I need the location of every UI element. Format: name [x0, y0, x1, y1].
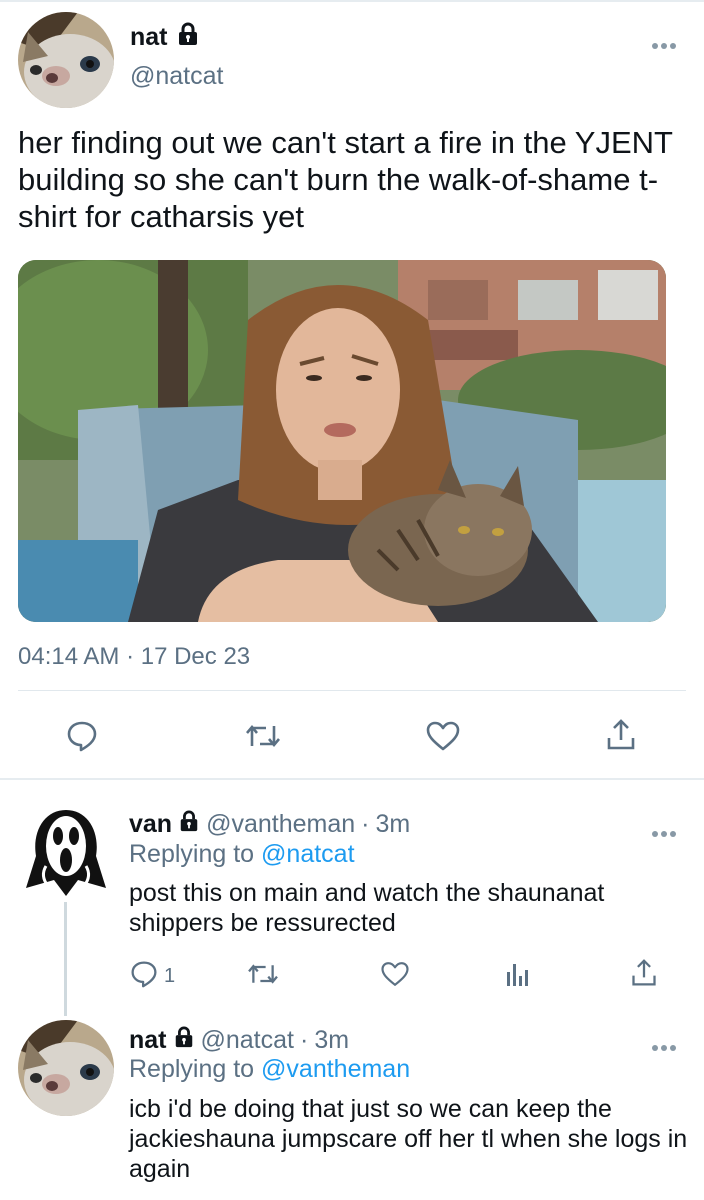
heart-icon: [380, 960, 410, 993]
tweet-text: her finding out we can't start a fire in…: [18, 125, 673, 234]
lock-icon: [176, 22, 200, 53]
retweet-button[interactable]: [246, 960, 280, 993]
display-name[interactable]: van: [129, 810, 172, 839]
section-separator: [0, 778, 704, 780]
share-icon: [630, 958, 658, 993]
thread-connector: [64, 902, 67, 1016]
retweet-button[interactable]: [244, 720, 282, 757]
reply-header: nat @natcat · 3m: [129, 1026, 349, 1055]
tweet-photo[interactable]: [18, 260, 666, 622]
retweet-icon: [244, 720, 282, 757]
reply-text: post this on main and watch the shaunana…: [129, 879, 605, 937]
heart-icon: [425, 720, 461, 757]
like-button[interactable]: [425, 720, 461, 757]
reply-header: van @vantheman · 3m: [129, 810, 410, 839]
mention-link[interactable]: @natcat: [261, 840, 354, 868]
mention-link[interactable]: @vantheman: [261, 1055, 410, 1083]
replying-label: Replying to: [129, 1055, 255, 1083]
replying-label: Replying to: [129, 840, 255, 868]
display-name-text[interactable]: nat: [130, 23, 168, 52]
reply-button[interactable]: 1: [130, 960, 175, 993]
display-name[interactable]: nat: [129, 1026, 167, 1055]
like-button[interactable]: [380, 960, 410, 993]
more-horizontal-icon[interactable]: [651, 30, 677, 56]
share-button[interactable]: [630, 958, 658, 993]
analytics-button[interactable]: [506, 960, 530, 993]
reply-button[interactable]: [66, 720, 98, 757]
reply-text: icb i'd be doing that just so we can kee…: [129, 1095, 688, 1183]
separator-dot: ·: [361, 810, 370, 838]
retweet-icon: [246, 960, 280, 993]
handle[interactable]: @natcat: [201, 1026, 294, 1055]
handle[interactable]: @vantheman: [206, 810, 355, 839]
display-name[interactable]: nat: [130, 22, 200, 53]
separator-dot: ·: [299, 1026, 309, 1054]
reply-count: 1: [164, 965, 176, 987]
divider: [18, 690, 686, 691]
lock-icon: [173, 1026, 195, 1055]
replying-to: Replying to @natcat: [129, 840, 355, 869]
speech-bubble-icon: [130, 960, 158, 993]
reply-time[interactable]: 3m: [314, 1026, 349, 1055]
more-horizontal-icon[interactable]: [651, 1032, 677, 1058]
lock-icon: [178, 810, 200, 839]
speech-bubble-icon: [66, 720, 98, 757]
more-horizontal-icon[interactable]: [651, 818, 677, 844]
avatar[interactable]: [18, 12, 114, 108]
share-button[interactable]: [605, 718, 637, 757]
tweet-timestamp[interactable]: 04:14 AM · 17 Dec 23: [18, 643, 250, 671]
bar-chart-icon: [506, 960, 530, 993]
handle[interactable]: @natcat: [130, 62, 223, 91]
replying-to: Replying to @vantheman: [129, 1055, 410, 1084]
avatar[interactable]: [24, 806, 108, 898]
reply-time[interactable]: 3m: [376, 810, 411, 839]
avatar[interactable]: [18, 1020, 114, 1116]
top-border: [0, 0, 704, 2]
share-icon: [605, 718, 637, 757]
